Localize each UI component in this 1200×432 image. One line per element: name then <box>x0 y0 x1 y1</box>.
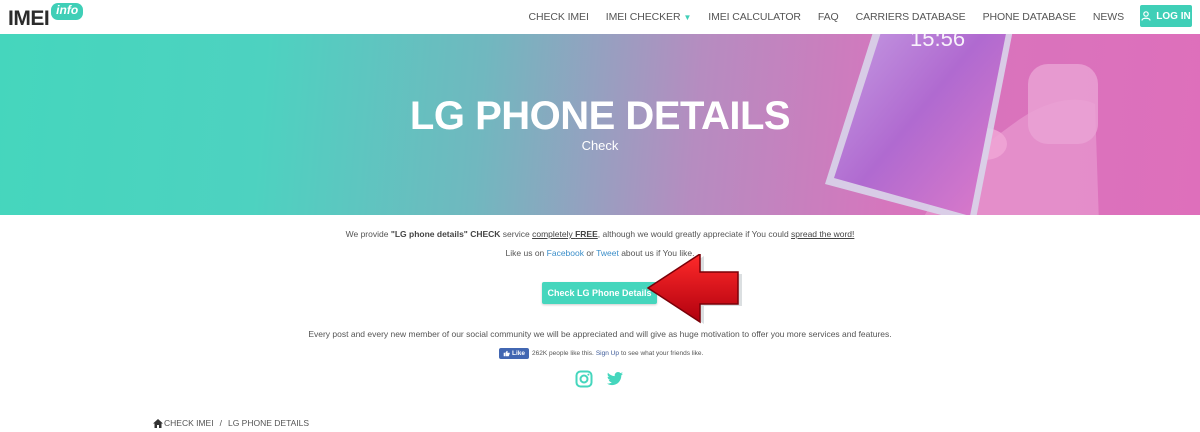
user-icon <box>1141 11 1151 21</box>
nav-item-faq[interactable]: FAQ <box>818 11 839 23</box>
free-link[interactable]: completely FREE <box>532 229 598 239</box>
red-arrow-icon <box>646 254 742 324</box>
facebook-link[interactable]: Facebook <box>547 248 584 258</box>
nav-item-imei-calculator[interactable]: IMEI CALCULATOR <box>708 11 801 23</box>
facebook-signup-link[interactable]: Sign Up <box>596 350 619 357</box>
logo-badge: info <box>51 3 84 20</box>
like-us-text: Like us on Facebook or Tweet about us if… <box>0 248 1200 258</box>
home-icon[interactable] <box>153 418 163 428</box>
facebook-signup-text: to see what your friends like. <box>620 349 704 357</box>
intro-text-part: We provide <box>345 229 391 239</box>
service-name: "LG phone details" CHECK <box>390 229 501 239</box>
check-lg-phone-details-button[interactable]: Check LG Phone Details <box>542 282 657 304</box>
thumbs-up-icon <box>503 350 510 356</box>
breadcrumb: CHECK IMEI / LG PHONE DETAILS <box>153 417 309 429</box>
tweet-link[interactable]: Tweet <box>596 248 619 258</box>
caret-down-icon: ▼ <box>683 13 692 22</box>
like-text-part: Like us on <box>505 248 547 258</box>
page-title: LG PHONE DETAILS <box>409 94 791 138</box>
breadcrumb-current: LG PHONE DETAILS <box>227 418 310 428</box>
facebook-like-count: 262K people like this. <box>532 349 594 357</box>
community-text: Every post and every new member of our s… <box>308 329 892 339</box>
nav-item-phone-database[interactable]: PHONE DATABASE <box>983 11 1076 23</box>
phone-clock: 15:56 <box>910 34 965 51</box>
nav-item-check-imei[interactable]: CHECK IMEI <box>529 11 589 23</box>
twitter-icon[interactable] <box>606 370 624 388</box>
nav-item-imei-checker[interactable]: IMEI CHECKER ▼ <box>605 11 692 23</box>
top-navbar: IMEI info CHECK IMEI IMEI CHECKER ▼ IMEI … <box>0 0 1200 34</box>
page-subtitle: Check <box>581 138 619 153</box>
facebook-like-widget: Like 262K people like this. Sign Up to s… <box>499 347 703 359</box>
nav-item-imei-checker-label: IMEI CHECKER <box>605 11 681 23</box>
instagram-icon[interactable] <box>575 370 593 388</box>
breadcrumb-separator: / <box>219 418 222 428</box>
intro-text-part: service <box>500 229 533 239</box>
nav-item-carriers-database[interactable]: CARRIERS DATABASE <box>856 11 966 23</box>
facebook-like-button[interactable]: Like <box>499 347 530 359</box>
main-menu: CHECK IMEI IMEI CHECKER ▼ IMEI CALCULATOR… <box>512 0 1125 34</box>
breadcrumb-home-link[interactable]: CHECK IMEI <box>164 418 214 428</box>
login-button[interactable]: LOG IN <box>1140 5 1192 27</box>
hero-banner: 15:56 LG PHONE DETAILS Check <box>0 34 1200 215</box>
site-logo[interactable]: IMEI info <box>8 3 84 30</box>
spread-the-word-link[interactable]: spread the word! <box>791 229 854 239</box>
free-word: FREE <box>575 229 598 239</box>
free-prefix: completely <box>532 229 576 239</box>
intro-text: We provide "LG phone details" CHECK serv… <box>0 229 1200 239</box>
logo-text: IMEI <box>8 7 50 30</box>
login-label: LOG IN <box>1156 10 1191 22</box>
intro-text-part: , although we would greatly appreciate i… <box>597 229 792 239</box>
facebook-like-label: Like <box>512 349 526 357</box>
nav-item-news[interactable]: NEWS <box>1093 11 1124 23</box>
like-text-part: or <box>584 248 597 258</box>
